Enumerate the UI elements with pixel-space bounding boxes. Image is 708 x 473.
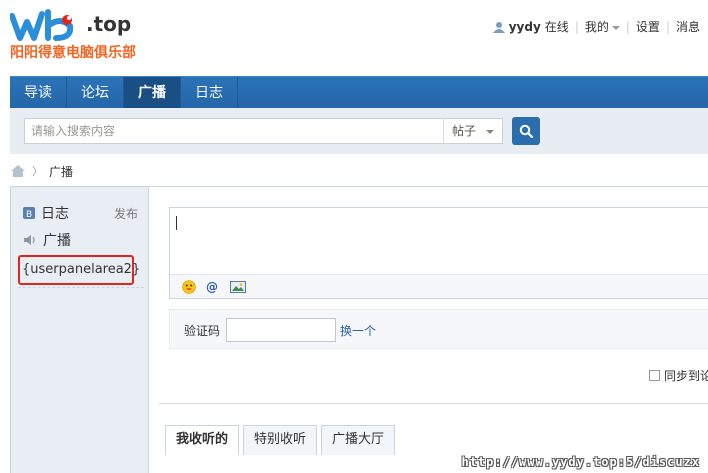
broadcast-textarea[interactable]: @ xyxy=(169,207,708,299)
online-status: 在线 xyxy=(544,20,569,34)
tab-special-following[interactable]: 特别收听 xyxy=(243,425,318,455)
captcha-label: 验证码 xyxy=(184,324,221,338)
userpanel-placeholder: {userpanelarea2} xyxy=(18,255,140,285)
publish-link[interactable]: 发布 xyxy=(114,205,138,222)
search-type-select[interactable]: 帖子 xyxy=(443,118,503,144)
blog-icon: B xyxy=(23,207,35,219)
sidebar-divider xyxy=(18,287,144,288)
chevron-down-icon xyxy=(486,130,494,134)
captcha-row: 验证码 换一个 xyxy=(169,309,708,349)
chevron-down-icon xyxy=(611,25,620,30)
main-content: B 日志 发布 广播 {userpanelarea2} @ 验证码 换一个 同步… xyxy=(10,186,708,473)
captcha-input[interactable] xyxy=(226,318,336,342)
text-cursor xyxy=(176,216,177,230)
top-user-nav: yydy 在线 | 我的 | 设置 | 消息 xyxy=(492,18,700,35)
image-icon[interactable] xyxy=(230,280,246,294)
breadcrumb: 〉 广播 xyxy=(10,160,73,182)
sync-option[interactable]: 同步到论 xyxy=(649,367,708,384)
separator: | xyxy=(574,19,579,34)
speaker-icon xyxy=(24,235,35,245)
emoji-icon[interactable] xyxy=(182,280,196,294)
svg-text:B: B xyxy=(26,210,32,219)
user-icon xyxy=(492,21,505,33)
search-button[interactable] xyxy=(512,117,540,145)
sidebar-item-label: 广播 xyxy=(43,233,71,249)
sync-checkbox[interactable] xyxy=(649,370,660,381)
left-sidebar: B 日志 发布 广播 {userpanelarea2} xyxy=(11,187,149,473)
breadcrumb-separator-icon: 〉 xyxy=(32,165,43,178)
site-header: .top 阳阳得意电脑俱乐部 yydy 在线 | 我的 | 设置 | 消息 xyxy=(0,0,708,76)
tab-broadcast-hall[interactable]: 广播大厅 xyxy=(321,425,396,455)
sidebar-item-broadcast[interactable]: 广播 xyxy=(23,230,71,250)
nav-tab-guide[interactable]: 导读 xyxy=(10,77,67,109)
search-bar: 请输入搜索内容 帖子 xyxy=(10,108,708,154)
breadcrumb-current: 广播 xyxy=(49,164,74,179)
my-menu-link[interactable]: 我的 xyxy=(585,18,620,35)
separator: | xyxy=(665,19,670,34)
tab-following[interactable]: 我收听的 xyxy=(165,425,240,455)
sidebar-item-label: 日志 xyxy=(41,206,69,222)
site-subtitle: 阳阳得意电脑俱乐部 xyxy=(10,45,136,61)
sync-label: 同步到论 xyxy=(664,369,708,383)
separator: | xyxy=(625,19,630,34)
nav-tab-forum[interactable]: 论坛 xyxy=(67,77,124,109)
feed-tabs: 我收听的 特别收听 广播大厅 xyxy=(165,425,399,455)
search-type-value: 帖子 xyxy=(452,124,477,138)
home-icon[interactable] xyxy=(10,164,26,178)
section-divider xyxy=(159,403,708,404)
nav-tab-broadcast[interactable]: 广播 xyxy=(124,77,181,109)
settings-link[interactable]: 设置 xyxy=(636,18,660,35)
messages-link[interactable]: 消息 xyxy=(676,18,700,35)
sidebar-item-blog[interactable]: B 日志 xyxy=(23,203,69,223)
watermark: http://www.yydy.top:5/discuzx xyxy=(461,455,700,469)
mention-icon[interactable]: @ xyxy=(206,280,220,294)
username-link[interactable]: yydy xyxy=(509,20,541,34)
svg-text:@: @ xyxy=(206,280,218,294)
search-input[interactable]: 请输入搜索内容 xyxy=(24,118,444,144)
captcha-refresh-link[interactable]: 换一个 xyxy=(340,322,376,339)
logo-tld: .top xyxy=(86,12,132,36)
nav-tab-blog[interactable]: 日志 xyxy=(181,77,238,109)
compose-toolbar: @ xyxy=(170,274,708,298)
search-icon xyxy=(519,124,533,138)
main-nav: 导读 论坛 广播 日志 xyxy=(10,76,708,109)
